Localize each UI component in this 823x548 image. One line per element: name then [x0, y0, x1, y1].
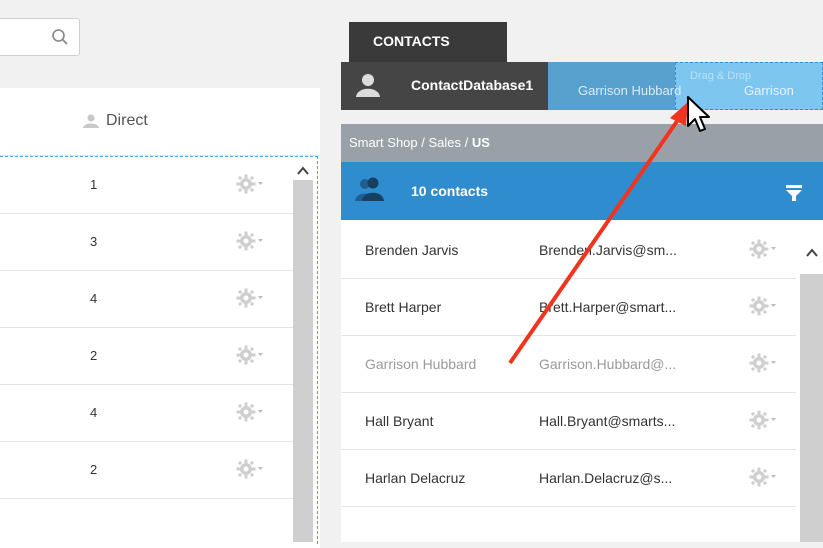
breadcrumb-path[interactable]: Smart Shop / Sales / [349, 135, 472, 150]
search-icon[interactable] [51, 28, 69, 46]
gear-icon[interactable] [749, 295, 777, 320]
contacts-count: 10 contacts [411, 183, 489, 199]
left-column-header-bar [0, 88, 320, 156]
right-scrollbar[interactable] [800, 274, 823, 542]
direct-column-label: Direct [106, 112, 148, 129]
drop-target-highlight [0, 156, 318, 544]
contact-name: Garrison Hubbard [365, 356, 477, 372]
drag-arrow [508, 102, 688, 365]
mouse-cursor-icon [687, 96, 710, 132]
contact-row[interactable]: Hall Bryant Hall.Bryant@smarts... [341, 393, 796, 450]
tab-contacts[interactable]: CONTACTS [349, 22, 507, 62]
contact-row[interactable]: Harlan Delacruz Harlan.Delacruz@s... [341, 450, 796, 507]
contacts-group-icon [355, 177, 384, 201]
contact-name: Harlan Delacruz [365, 470, 466, 486]
search-input[interactable] [0, 18, 80, 56]
contact-email: Hall.Bryant@smarts... [539, 413, 676, 429]
filter-icon[interactable] [786, 185, 802, 201]
direct-column-header[interactable]: Direct [82, 112, 148, 130]
breadcrumb-current: US [471, 135, 490, 150]
user-icon [356, 74, 380, 97]
drag-ghost-faint-label: Drag & Drop [690, 70, 752, 82]
contact-email: Harlan.Delacruz@s... [539, 470, 673, 486]
contact-name: Brenden Jarvis [365, 242, 459, 258]
user-icon [83, 114, 99, 128]
gear-icon[interactable] [749, 409, 777, 434]
chevron-up-icon [806, 248, 818, 257]
gear-icon[interactable] [749, 466, 777, 491]
right-scroll-up-button[interactable] [800, 228, 823, 274]
contact-name: Hall Bryant [365, 413, 434, 429]
drag-ghost-name-partial: Garrison [744, 83, 794, 98]
gear-icon[interactable] [749, 352, 777, 377]
gear-icon[interactable] [749, 238, 777, 263]
contact-name: Brett Harper [365, 299, 442, 315]
